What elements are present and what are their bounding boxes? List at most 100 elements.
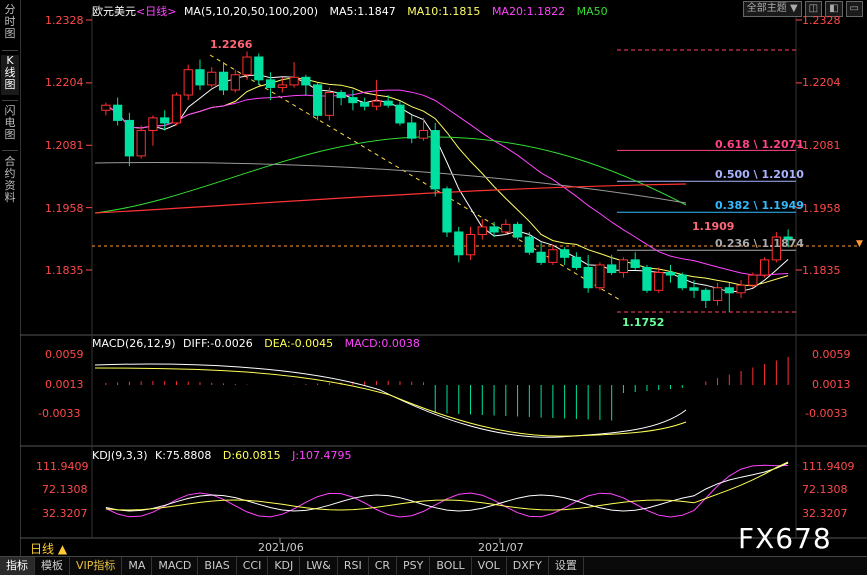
high-annotation: 1.2266: [210, 38, 253, 51]
kdj-k: K:75.8808: [155, 449, 212, 462]
candle-body: [512, 223, 523, 238]
ma100-line: [94, 162, 687, 204]
candle-body: [395, 104, 405, 124]
candle-body: [430, 130, 440, 190]
macd-axis-right-2: -0.0033: [805, 407, 848, 420]
tab-ma[interactable]: MA: [122, 557, 153, 575]
candle-body: [312, 84, 323, 116]
period-selector[interactable]: 日线 ▲: [30, 540, 67, 557]
candle-body: [477, 226, 487, 236]
theme-select-button[interactable]: 全部主题 ▼: [742, 1, 802, 17]
candle: [324, 87, 334, 121]
low-annotation: 1.1752: [622, 316, 665, 329]
candle: [724, 282, 734, 313]
price-axis-left-1: 1.2204: [45, 76, 84, 89]
tab-macd[interactable]: MACD: [152, 557, 199, 575]
candle: [230, 69, 240, 93]
symbol-name: 欧元美元: [92, 5, 136, 18]
price-axis-left-4: 1.1835: [45, 264, 84, 277]
candle-body: [759, 259, 770, 276]
candle-body: [701, 289, 711, 301]
macd-axis-right-0: 0.0059: [812, 348, 851, 361]
candle: [677, 272, 687, 291]
candle-body: [242, 56, 252, 76]
candle: [183, 64, 193, 101]
tab-vip-indicator[interactable]: VIP指标: [70, 557, 123, 575]
candle: [654, 267, 664, 293]
candle: [524, 231, 534, 255]
tab-vol[interactable]: VOL: [472, 557, 507, 575]
kdj-axis-left-1: 72.1308: [42, 483, 88, 496]
candle-body: [407, 122, 417, 139]
candle-body: [442, 188, 452, 233]
candle: [642, 264, 652, 293]
candle: [571, 252, 582, 270]
candle: [512, 221, 523, 240]
candle: [618, 257, 629, 278]
tab-rsi[interactable]: RSI: [338, 557, 369, 575]
macd-legend: MACD(26,12,9) DIFF:-0.0026 DEA:-0.0045 M…: [92, 337, 428, 350]
candle: [607, 254, 617, 276]
candle: [759, 257, 770, 278]
candle-body: [360, 102, 370, 107]
candle-body: [371, 100, 382, 107]
kdj-j: J:107.4795: [292, 449, 352, 462]
chevron-down-icon: ▼: [789, 3, 798, 14]
candle: [336, 89, 346, 106]
tab-kdj[interactable]: KDJ: [268, 557, 301, 575]
candle: [160, 110, 170, 131]
macd-axis-left-0: 0.0059: [45, 348, 84, 361]
candle-body: [736, 284, 746, 294]
candle-body: [665, 272, 676, 276]
candle-body: [254, 56, 264, 81]
candle: [289, 62, 299, 88]
tab-lw[interactable]: LW&: [300, 557, 338, 575]
candle-body: [536, 251, 546, 263]
candle-body: [148, 117, 158, 132]
tab-psy[interactable]: PSY: [397, 557, 431, 575]
candle-body: [301, 76, 311, 86]
candle: [701, 287, 711, 309]
candle: [148, 115, 158, 146]
candle: [348, 89, 358, 111]
candle: [113, 97, 123, 126]
candle-body: [101, 104, 111, 111]
window-btn-3[interactable]: ▭: [845, 1, 863, 17]
candle-body: [124, 119, 135, 157]
candle-body: [724, 287, 734, 294]
kdj-d: D:60.0815: [222, 449, 281, 462]
indicator-tab-bar: 指标 模板 VIP指标 MA MACD BIAS CCI KDJ LW& RSI…: [0, 556, 867, 575]
trend-line: [209, 54, 621, 301]
candle: [665, 264, 676, 283]
tab-indicator[interactable]: 指标: [0, 557, 35, 575]
tab-settings[interactable]: 设置: [549, 557, 584, 575]
candle-body: [207, 71, 217, 86]
macd-value: MACD:0.0038: [344, 337, 420, 350]
candle-body: [160, 117, 170, 124]
candle: [442, 186, 452, 238]
dea-line: [94, 367, 687, 437]
candle-body: [618, 259, 629, 274]
price-axis-left-0: 1.2328: [45, 14, 84, 27]
tab-cr[interactable]: CR: [369, 557, 398, 575]
candle-body: [418, 130, 429, 139]
candle-body: [571, 256, 582, 268]
tab-template[interactable]: 模板: [35, 557, 70, 575]
ma20-line: [105, 89, 789, 276]
fib-label-0500: 0.500 \ 1.2010: [715, 168, 804, 181]
kdj-j-line: [105, 464, 789, 518]
price-chart[interactable]: ▼: [0, 0, 867, 556]
candle: [454, 226, 464, 263]
last-annotation: 1.1909: [692, 220, 735, 233]
tab-boll[interactable]: BOLL: [430, 557, 472, 575]
candle-body: [501, 223, 511, 233]
tab-dxfy[interactable]: DXFY: [507, 557, 549, 575]
tab-cci[interactable]: CCI: [237, 557, 269, 575]
macd-dea: DEA:-0.0045: [264, 337, 334, 350]
candle-body: [595, 264, 605, 289]
candle-body: [195, 69, 205, 86]
tab-bias[interactable]: BIAS: [198, 557, 237, 575]
candle: [583, 254, 593, 293]
candle-body: [230, 74, 240, 91]
theme-label: 全部主题: [746, 3, 787, 14]
